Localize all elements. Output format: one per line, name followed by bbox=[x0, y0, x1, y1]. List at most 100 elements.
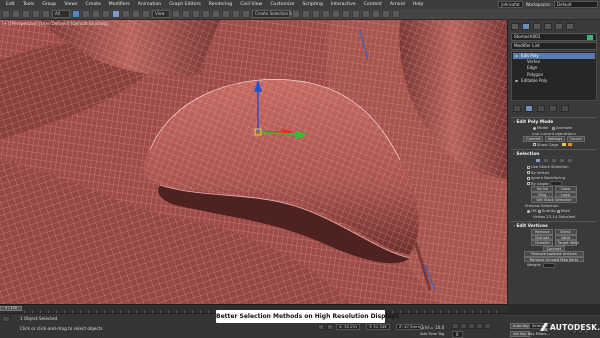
previous-frame-icon[interactable] bbox=[460, 323, 467, 329]
snaps-toggle-icon[interactable] bbox=[202, 10, 210, 18]
x-coordinate-field[interactable]: X: 35,291 bbox=[336, 324, 361, 330]
redo-icon[interactable] bbox=[12, 10, 20, 18]
viewport-label[interactable]: [+] [Perspective] [User Defined] [Defaul… bbox=[2, 21, 108, 26]
menu-scripting[interactable]: Scripting bbox=[298, 0, 326, 9]
preview-off-radio[interactable] bbox=[527, 209, 530, 213]
create-tab-icon[interactable] bbox=[511, 23, 519, 30]
bind-space-warp-icon[interactable] bbox=[42, 10, 50, 18]
lock-selection-icon[interactable] bbox=[318, 324, 324, 330]
vertex-level-icon[interactable] bbox=[535, 158, 541, 163]
motion-tab-icon[interactable] bbox=[544, 23, 552, 30]
rectangular-selection-icon[interactable] bbox=[92, 10, 100, 18]
user-account-dropdown[interactable]: johnsafat bbox=[498, 1, 523, 8]
animate-radio[interactable] bbox=[552, 126, 556, 130]
model-radio[interactable] bbox=[533, 126, 536, 130]
keyboard-shortcut-override-icon[interactable] bbox=[192, 10, 200, 18]
go-to-end-icon[interactable] bbox=[484, 323, 491, 329]
select-object-icon[interactable] bbox=[72, 10, 80, 18]
menu-file[interactable]: Edit bbox=[2, 0, 19, 9]
preview-multi-radio[interactable] bbox=[556, 209, 560, 213]
add-time-tag-button[interactable]: Add Time Tag bbox=[420, 332, 444, 336]
edge-level-icon[interactable] bbox=[543, 158, 549, 163]
modify-tab-icon[interactable] bbox=[522, 23, 530, 30]
ignore-backfacing-checkbox[interactable] bbox=[527, 176, 530, 180]
spinner-snap-icon[interactable] bbox=[232, 10, 240, 18]
absolute-mode-icon[interactable] bbox=[327, 324, 333, 330]
angle-snap-icon[interactable] bbox=[212, 10, 220, 18]
reference-coordinate-dropdown[interactable]: View bbox=[152, 10, 170, 18]
select-by-name-icon[interactable] bbox=[82, 10, 90, 18]
pivot-center-icon[interactable] bbox=[172, 10, 180, 18]
set-key-button[interactable]: Set Key bbox=[510, 331, 530, 337]
polygon-level-icon[interactable] bbox=[559, 158, 565, 163]
menu-create[interactable]: Create bbox=[82, 0, 105, 9]
make-unique-icon[interactable] bbox=[537, 105, 545, 112]
object-name-field[interactable]: Stomach001 bbox=[511, 33, 597, 41]
expand-icon[interactable] bbox=[515, 79, 518, 82]
time-slider[interactable]: 0 / 100 bbox=[0, 306, 22, 311]
toggle-scene-explorer-icon[interactable] bbox=[312, 10, 320, 18]
menu-group[interactable]: Group bbox=[38, 0, 60, 9]
show-cage-checkbox[interactable] bbox=[533, 143, 536, 146]
hierarchy-tab-icon[interactable] bbox=[533, 23, 541, 30]
element-level-icon[interactable] bbox=[567, 158, 573, 163]
current-frame-field[interactable]: 0 bbox=[452, 331, 463, 338]
menu-rendering[interactable]: Rendering bbox=[205, 0, 236, 9]
utilities-tab-icon[interactable] bbox=[566, 23, 574, 30]
display-tab-icon[interactable] bbox=[555, 23, 563, 30]
menu-views[interactable]: Views bbox=[60, 0, 81, 9]
maxscript-listener-icon[interactable] bbox=[2, 316, 10, 322]
y-coordinate-field[interactable]: Y: 31,349 bbox=[366, 324, 390, 330]
select-and-place-icon[interactable] bbox=[142, 10, 150, 18]
by-angle-checkbox[interactable] bbox=[527, 182, 530, 185]
toggle-ribbon-icon[interactable] bbox=[332, 10, 340, 18]
align-icon[interactable] bbox=[302, 10, 310, 18]
material-editor-icon[interactable] bbox=[362, 10, 370, 18]
next-frame-icon[interactable] bbox=[476, 323, 483, 329]
undo-icon[interactable] bbox=[2, 10, 10, 18]
menu-help[interactable]: Help bbox=[409, 0, 427, 9]
schematic-view-icon[interactable] bbox=[352, 10, 360, 18]
toggle-layer-explorer-icon[interactable] bbox=[322, 10, 330, 18]
menu-customize[interactable]: Customize bbox=[266, 0, 298, 9]
select-and-move-icon[interactable] bbox=[112, 10, 120, 18]
workspaces-dropdown[interactable]: Default bbox=[554, 1, 598, 8]
unlink-icon[interactable] bbox=[32, 10, 40, 18]
z-coordinate-field[interactable]: Z: 47,5mm bbox=[396, 324, 423, 330]
perspective-viewport[interactable]: [+] [Perspective] [User Defined] [Defaul… bbox=[0, 20, 507, 304]
modifier-list-dropdown[interactable]: Modifier List bbox=[511, 42, 597, 50]
menu-modifiers[interactable]: Modifiers bbox=[105, 0, 134, 9]
menu-content[interactable]: Content bbox=[360, 0, 386, 9]
menu-interactive[interactable]: Interactive bbox=[327, 0, 360, 9]
window-crossing-icon[interactable] bbox=[102, 10, 110, 18]
menu-arnold[interactable]: Arnold bbox=[386, 0, 409, 9]
rendered-frame-window-icon[interactable] bbox=[382, 10, 390, 18]
menu-civil-view[interactable]: Civil View bbox=[236, 0, 266, 9]
pin-stack-icon[interactable] bbox=[513, 105, 521, 112]
link-icon[interactable] bbox=[22, 10, 30, 18]
remove-modifier-icon[interactable] bbox=[549, 105, 557, 112]
key-filters-button[interactable]: Key Filters... bbox=[528, 332, 550, 336]
menu-tools[interactable]: Tools bbox=[19, 0, 38, 9]
select-and-scale-icon[interactable] bbox=[132, 10, 140, 18]
show-end-result-icon[interactable] bbox=[525, 105, 533, 112]
edit-named-selection-icon[interactable] bbox=[242, 10, 250, 18]
object-color-swatch[interactable] bbox=[587, 35, 593, 40]
preview-subobj-radio[interactable] bbox=[537, 209, 541, 213]
select-manipulate-icon[interactable] bbox=[182, 10, 190, 18]
rollout-title[interactable]: Selection bbox=[511, 152, 597, 157]
configure-modifier-sets-icon[interactable] bbox=[561, 105, 569, 112]
cage-selected-color-swatch[interactable] bbox=[567, 143, 572, 146]
render-setup-icon[interactable] bbox=[372, 10, 380, 18]
mirror-icon[interactable] bbox=[292, 10, 300, 18]
curve-editor-icon[interactable] bbox=[342, 10, 350, 18]
menu-animation[interactable]: Animation bbox=[134, 0, 165, 9]
select-and-rotate-icon[interactable] bbox=[122, 10, 130, 18]
go-to-start-icon[interactable] bbox=[452, 323, 459, 329]
menu-graph-editors[interactable]: Graph Editors bbox=[165, 0, 205, 9]
cage-color-swatch[interactable] bbox=[562, 143, 567, 146]
percent-snap-icon[interactable] bbox=[222, 10, 230, 18]
named-selection-sets-dropdown[interactable]: Create Selection Set bbox=[252, 10, 296, 18]
use-stack-checkbox[interactable] bbox=[527, 165, 530, 169]
stack-item[interactable]: Editable Poly bbox=[513, 78, 595, 84]
